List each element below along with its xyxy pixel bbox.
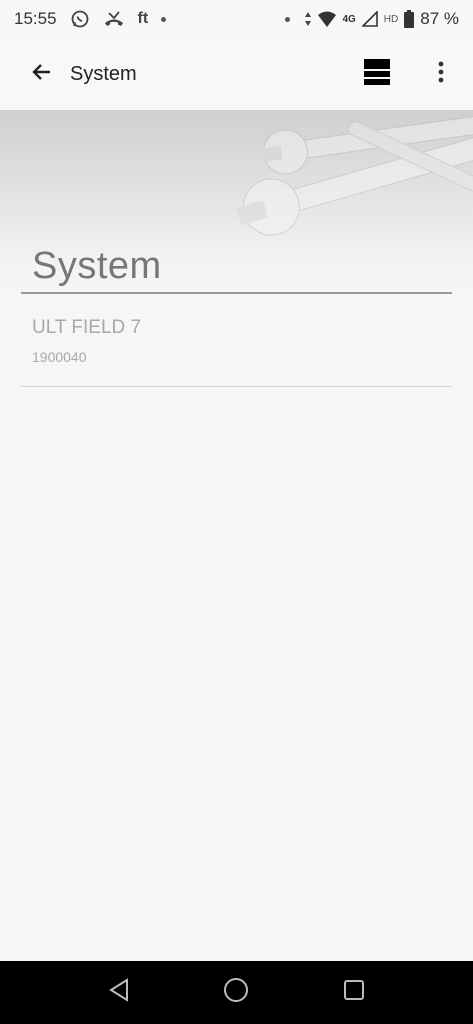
battery-icon xyxy=(404,10,415,28)
battery-percent: 87 % xyxy=(420,9,459,28)
item-name: ULT FIELD 7 xyxy=(32,317,142,338)
wifi-icon xyxy=(318,11,337,27)
status-bar: 15:55 ft 4G HD 87 % xyxy=(0,0,473,38)
missed-call-icon xyxy=(103,10,125,28)
list-view-icon xyxy=(363,58,391,91)
more-options-button[interactable] xyxy=(423,50,459,98)
nav-home-icon xyxy=(223,977,249,1008)
arrow-left-icon xyxy=(30,60,54,89)
title-divider xyxy=(21,292,452,294)
item-serial: 1900040 xyxy=(32,349,87,365)
network-type: 4G xyxy=(342,13,356,25)
section-title: System xyxy=(32,245,162,287)
hd-indicator: HD xyxy=(383,13,399,25)
signal-icon xyxy=(361,11,378,27)
data-arrows-icon xyxy=(304,11,312,27)
nav-back-button[interactable] xyxy=(94,968,144,1018)
nav-recents-icon xyxy=(343,979,365,1006)
ft-app-icon: ft xyxy=(137,10,149,27)
whatsapp-icon xyxy=(70,9,90,29)
back-button[interactable] xyxy=(14,46,70,102)
navigation-bar xyxy=(0,961,473,1024)
nav-recents-button[interactable] xyxy=(329,968,379,1018)
status-time: 15:55 xyxy=(14,9,57,28)
more-vert-icon xyxy=(438,61,444,88)
notification-dot xyxy=(161,16,167,22)
screen: 15:55 ft 4G HD 87 % System System ULT FI… xyxy=(0,0,473,1024)
app-bar-title: System xyxy=(70,62,137,85)
wrench-illustration xyxy=(236,114,473,236)
status-dot xyxy=(285,16,291,22)
nav-home-button[interactable] xyxy=(211,968,261,1018)
app-bar: System xyxy=(0,38,473,110)
view-toggle-button[interactable] xyxy=(353,50,401,98)
list-item[interactable]: ULT FIELD 7 1900040 xyxy=(21,300,452,387)
nav-back-icon xyxy=(108,978,130,1007)
